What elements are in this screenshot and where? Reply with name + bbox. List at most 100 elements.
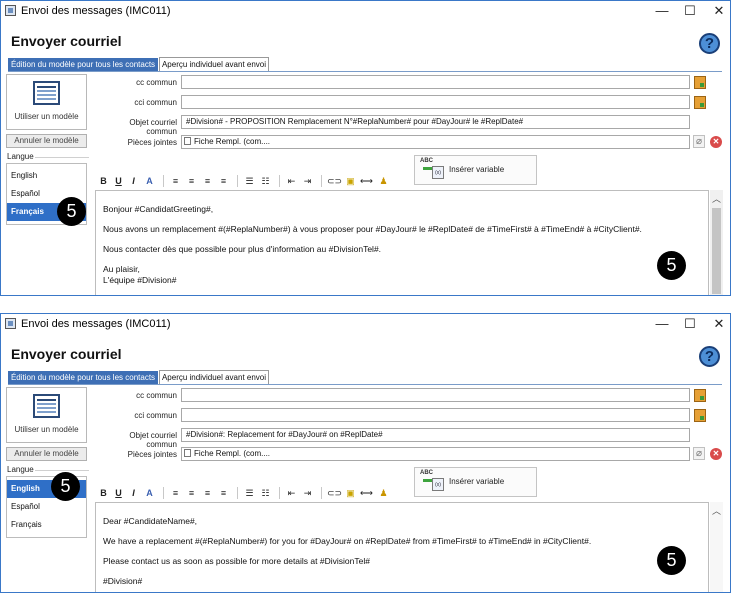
align-right-icon[interactable]: ≡ — [201, 486, 214, 500]
italic-button[interactable]: I — [127, 174, 140, 188]
scroll-up-icon[interactable]: ︿ — [710, 504, 723, 517]
image-icon[interactable]: ▣ — [344, 174, 357, 188]
editor-scrollbar[interactable]: ︿ — [710, 502, 723, 592]
attachment-chip[interactable]: Fiche Rempl. (com.... — [184, 449, 270, 459]
insert-variable-label: Insérer variable — [449, 165, 505, 174]
step-badge: 5 — [657, 251, 686, 280]
justify-icon[interactable]: ≡ — [217, 486, 230, 500]
language-label: Langue — [7, 152, 34, 161]
template-icon — [33, 81, 60, 105]
tab-divider — [8, 71, 722, 72]
italic-button[interactable]: I — [127, 486, 140, 500]
body-line: We have a replacement #(#ReplaNumber#) f… — [103, 536, 592, 546]
tab-preview[interactable]: Aperçu individuel avant envoi — [159, 370, 269, 384]
bold-button[interactable]: B — [97, 486, 110, 500]
use-template-label: Utiliser un modèle — [14, 112, 79, 121]
email-window-english: Envoi des messages (IMC011) — ☐ ✕ Envoye… — [0, 313, 731, 593]
tab-divider — [8, 384, 722, 385]
language-item-francais[interactable]: Français — [7, 516, 86, 534]
attachment-chip[interactable]: Fiche Rempl. (com.... — [184, 137, 270, 147]
image-icon[interactable]: ▣ — [344, 486, 357, 500]
horizontal-line-icon[interactable]: ⟷ — [360, 174, 373, 188]
body-line: Nous avons un remplacement #(#ReplaNumbe… — [103, 224, 642, 234]
indent-icon[interactable]: ⇥ — [301, 486, 314, 500]
justify-icon[interactable]: ≡ — [217, 174, 230, 188]
window-title: Envoi des messages (IMC011) — [21, 5, 171, 17]
outdent-icon[interactable]: ⇤ — [285, 174, 298, 188]
bullet-list-icon[interactable]: ☷ — [259, 486, 272, 500]
step-badge: 5 — [51, 472, 80, 501]
body-line: Please contact us as soon as possible fo… — [103, 556, 370, 566]
text-color-button[interactable]: A — [143, 174, 156, 188]
address-book-icon[interactable] — [694, 409, 706, 422]
subject-label: Objet courriel commun — [129, 431, 177, 449]
insert-variable-button[interactable]: ABC (x) Insérer variable — [414, 155, 537, 185]
cc-field[interactable] — [181, 388, 690, 402]
align-right-icon[interactable]: ≡ — [201, 174, 214, 188]
attachments-field[interactable]: Fiche Rempl. (com.... — [181, 447, 690, 461]
link-icon[interactable]: ⊂⊃ — [327, 486, 342, 500]
indent-icon[interactable]: ⇥ — [301, 174, 314, 188]
cci-field[interactable] — [181, 95, 690, 109]
horizontal-line-icon[interactable]: ⟷ — [360, 486, 373, 500]
delete-icon[interactable]: ✕ — [710, 448, 722, 460]
language-item-english[interactable]: English — [7, 167, 86, 185]
message-editor[interactable]: Dear #CandidateName#, We have a replacem… — [95, 502, 709, 592]
tab-template-edit[interactable]: Édition du modèle pour tous les contacts — [8, 58, 158, 71]
numbered-list-icon[interactable]: ☰ — [243, 486, 256, 500]
close-icon[interactable]: ✕ — [702, 1, 730, 21]
editor-scrollbar[interactable]: ︿ — [710, 190, 723, 295]
cci-field[interactable] — [181, 408, 690, 422]
numbered-list-icon[interactable]: ☰ — [243, 174, 256, 188]
template-icon — [33, 394, 60, 418]
help-icon[interactable]: ? — [699, 346, 720, 367]
link-icon[interactable]: ⊂⊃ — [327, 174, 342, 188]
underline-button[interactable]: U — [112, 486, 125, 500]
subject-field[interactable]: #Division#: Replacement for #DayJour# on… — [181, 428, 690, 442]
use-template-label: Utiliser un modèle — [14, 425, 79, 434]
tab-preview[interactable]: Aperçu individuel avant envoi — [159, 57, 269, 71]
insert-variable-button[interactable]: ABC (x) Insérer variable — [414, 467, 537, 497]
app-icon — [5, 5, 16, 16]
cc-field[interactable] — [181, 75, 690, 89]
underline-button[interactable]: U — [112, 174, 125, 188]
address-book-icon[interactable] — [694, 76, 706, 89]
subject-field[interactable]: #Division# - PROPOSITION Remplacement N°… — [181, 115, 690, 129]
bold-button[interactable]: B — [97, 174, 110, 188]
attachments-field[interactable]: Fiche Rempl. (com.... — [181, 135, 690, 149]
language-label: Langue — [7, 465, 34, 474]
title-bar: Envoi des messages (IMC011) — ☐ ✕ — [1, 314, 730, 334]
bullet-list-icon[interactable]: ☷ — [259, 174, 272, 188]
insert-variable-label: Insérer variable — [449, 477, 505, 486]
language-divider — [35, 157, 89, 158]
delete-icon[interactable]: ✕ — [710, 136, 722, 148]
paperclip-icon[interactable]: ⌀ — [693, 135, 705, 148]
use-template-button[interactable]: Utiliser un modèle — [6, 387, 87, 443]
align-left-icon[interactable]: ≡ — [169, 486, 182, 500]
page-title: Envoyer courriel — [11, 346, 122, 362]
message-editor[interactable]: Bonjour #CandidatGreeting#, Nous avons u… — [95, 190, 709, 295]
page-title: Envoyer courriel — [11, 33, 122, 49]
paperclip-icon[interactable]: ⌀ — [693, 447, 705, 460]
format-toolbar: B U I A ≡ ≡ ≡ ≡ ☰ ☷ ⇤ ⇥ ⊂⊃ ▣ ⟷ ♟ — [97, 174, 427, 188]
language-item-espanol[interactable]: Español — [7, 498, 86, 516]
align-left-icon[interactable]: ≡ — [169, 174, 182, 188]
scroll-thumb[interactable] — [712, 208, 721, 294]
outdent-icon[interactable]: ⇤ — [285, 486, 298, 500]
stamp-icon[interactable]: ♟ — [377, 486, 390, 500]
window-title: Envoi des messages (IMC011) — [21, 318, 171, 330]
tab-template-edit[interactable]: Édition du modèle pour tous les contacts — [8, 371, 158, 384]
use-template-button[interactable]: Utiliser un modèle — [6, 74, 87, 130]
address-book-icon[interactable] — [694, 389, 706, 402]
scroll-up-icon[interactable]: ︿ — [710, 192, 723, 205]
attachments-label: Pièces jointes — [127, 138, 177, 147]
align-center-icon[interactable]: ≡ — [185, 486, 198, 500]
close-icon[interactable]: ✕ — [702, 314, 730, 334]
align-center-icon[interactable]: ≡ — [185, 174, 198, 188]
help-icon[interactable]: ? — [699, 33, 720, 54]
text-color-button[interactable]: A — [143, 486, 156, 500]
cancel-template-button[interactable]: Annuler le modèle — [6, 447, 87, 461]
stamp-icon[interactable]: ♟ — [377, 174, 390, 188]
address-book-icon[interactable] — [694, 96, 706, 109]
cancel-template-button[interactable]: Annuler le modèle — [6, 134, 87, 148]
